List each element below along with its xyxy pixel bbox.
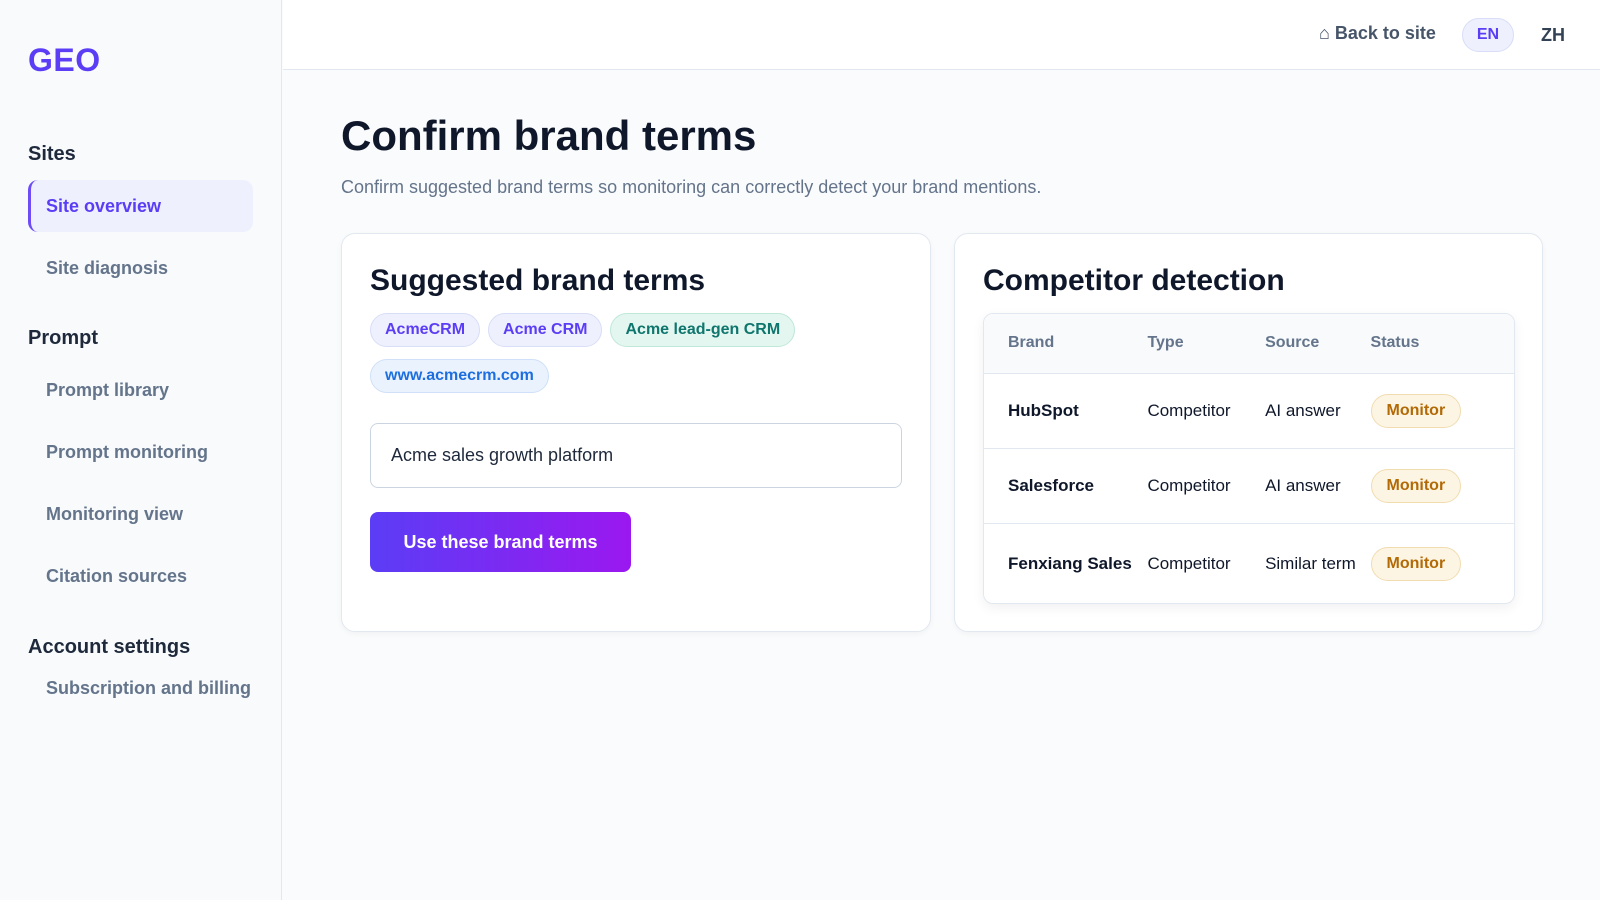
nav-section-account-settings: Account settings xyxy=(28,636,191,658)
sidebar-item-prompt-monitoring[interactable]: Prompt monitoring xyxy=(28,426,253,478)
suggested-brand-terms-title: Suggested brand terms xyxy=(370,264,706,297)
language-zh-button[interactable]: ZH xyxy=(1527,18,1579,52)
home-icon: ⌂ xyxy=(1319,23,1330,43)
page-title: Confirm brand terms xyxy=(341,112,757,159)
competitor-type: Competitor xyxy=(1147,373,1266,449)
back-to-site-label: Back to site xyxy=(1334,23,1436,43)
competitor-detection-title: Competitor detection xyxy=(983,264,1285,297)
nav-section-sites: Sites xyxy=(28,143,76,165)
brand-term-chip[interactable]: Acme CRM xyxy=(488,313,603,347)
table-row: Fenxiang Sales Competitor Similar term M… xyxy=(984,523,1514,603)
column-header-type: Type xyxy=(1147,314,1266,374)
brand-term-chip[interactable]: Acme lead-gen CRM xyxy=(610,313,796,347)
competitor-detection-card: Competitor detection Brand Type Source S… xyxy=(954,233,1543,632)
sidebar-item-citation-sources[interactable]: Citation sources xyxy=(28,550,253,602)
brand-term-chip[interactable]: www.acmecrm.com xyxy=(370,359,549,393)
nav-section-prompt: Prompt xyxy=(28,327,98,349)
table-header-row: Brand Type Source Status xyxy=(984,314,1514,374)
sidebar-item-prompt-library[interactable]: Prompt library xyxy=(28,364,253,416)
language-en-button[interactable]: EN xyxy=(1462,18,1514,52)
competitor-brand: HubSpot xyxy=(984,373,1148,449)
competitor-brand: Salesforce xyxy=(984,448,1148,524)
column-header-source: Source xyxy=(1265,314,1371,374)
sidebar-item-subscription-billing[interactable]: Subscription and billing xyxy=(28,676,253,724)
column-header-brand: Brand xyxy=(984,314,1148,374)
column-header-status: Status xyxy=(1370,314,1514,374)
status-badge[interactable]: Monitor xyxy=(1370,393,1462,428)
use-brand-terms-button[interactable]: Use these brand terms xyxy=(370,512,631,572)
top-bar: ⌂ Back to site EN ZH xyxy=(283,0,1600,70)
brand-term-input[interactable] xyxy=(370,423,902,488)
page-subtitle: Confirm suggested brand terms so monitor… xyxy=(341,177,1042,197)
competitor-source: Similar term xyxy=(1265,553,1356,573)
competitor-source: AI answer xyxy=(1265,373,1371,449)
competitor-source: AI answer xyxy=(1265,448,1371,524)
table-row: Salesforce Competitor AI answer Monitor xyxy=(984,448,1514,524)
status-badge[interactable]: Monitor xyxy=(1370,468,1462,503)
status-badge[interactable]: Monitor xyxy=(1370,546,1462,581)
competitor-brand: Fenxiang Sales xyxy=(1008,553,1132,573)
suggested-brand-terms-card: Suggested brand terms AcmeCRM Acme CRM Acm… xyxy=(341,233,931,632)
app-logo[interactable]: GEO xyxy=(28,42,101,79)
brand-term-chips: AcmeCRM Acme CRM Acme lead-gen CRM www.acm… xyxy=(370,313,910,405)
competitor-type: Competitor xyxy=(1147,553,1231,573)
sidebar: GEO Sites Site overview Site diagnosis P… xyxy=(0,0,282,900)
sidebar-item-site-diagnosis[interactable]: Site diagnosis xyxy=(28,242,253,294)
table-row: HubSpot Competitor AI answer Monitor xyxy=(984,373,1514,449)
brand-term-chip[interactable]: AcmeCRM xyxy=(370,313,481,347)
competitor-type: Competitor xyxy=(1147,448,1266,524)
competitor-table: Brand Type Source Status HubSpot Competi… xyxy=(983,313,1515,604)
sidebar-item-site-overview[interactable]: Site overview xyxy=(28,180,253,232)
back-to-site-link[interactable]: ⌂ Back to site xyxy=(1319,23,1436,44)
sidebar-item-monitoring-view[interactable]: Monitoring view xyxy=(28,488,253,540)
